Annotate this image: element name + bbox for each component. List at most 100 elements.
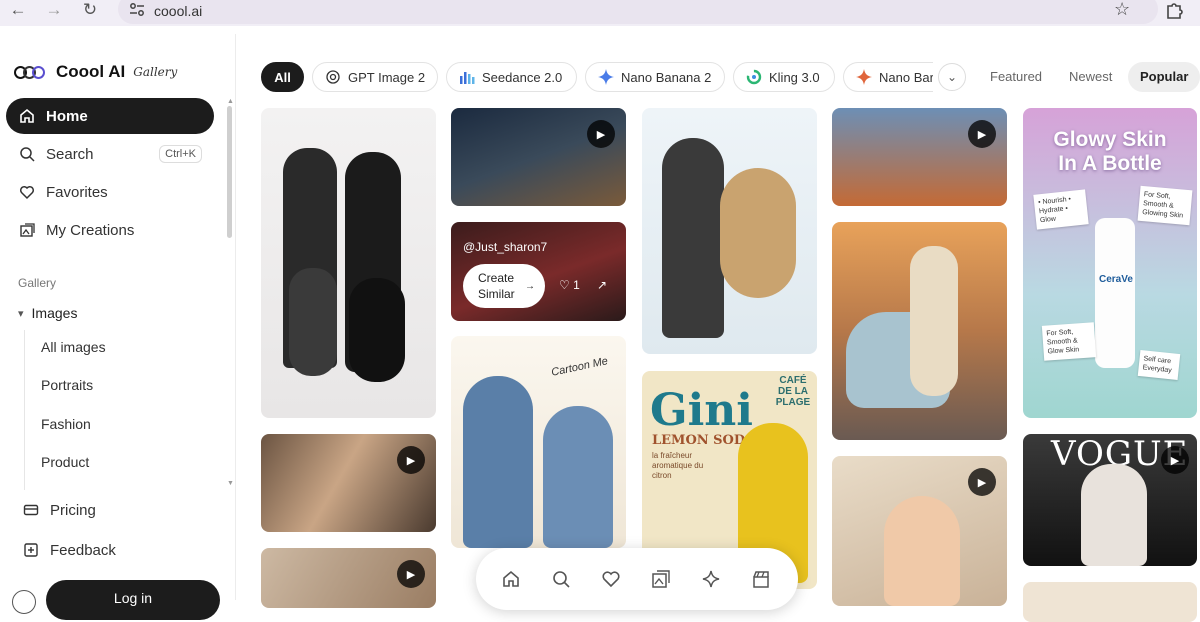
sidebar-item-label: My Creations [46,221,135,239]
gallery-card-cartoon-me[interactable]: Cartoon Me [451,336,626,548]
brand-name: Coool AI [56,62,126,81]
play-icon[interactable]: ▶ [968,468,996,496]
like-button[interactable]: ♡ 1 [559,278,580,292]
gallery-card-partial[interactable] [1023,582,1197,622]
sidebar-item-search[interactable]: Search Ctrl+K [6,136,214,172]
gallery-card-scooter[interactable] [832,222,1007,440]
sidebar-item-feedback[interactable]: Feedback [10,532,218,568]
sidebar-subitem-portraits[interactable]: Portraits [41,377,93,393]
chip-nano-banana-pro[interactable]: Nano Bar [843,62,933,92]
glowy-title: Glowy Skin In A Bottle [1023,128,1197,176]
gallery-card-vogue-video[interactable]: VOGUE ▶ [1023,434,1197,566]
sidebar: Coool AI Gallery Home Search Ctrl+K Favo… [0,34,236,620]
sidebar-scrollbar[interactable] [227,106,232,238]
bar-chart-icon [459,69,475,85]
open-external-icon[interactable]: ↗ [597,278,607,292]
settings-icon[interactable] [12,590,36,614]
chip-seedance-2[interactable]: Seedance 2.0 [446,62,577,92]
brand-logo[interactable]: Coool AI Gallery [14,60,177,84]
brand-label: CeraVe [1099,274,1133,285]
scroll-down-arrow[interactable]: ▼ [227,480,234,487]
sidebar-item-pricing[interactable]: Pricing [10,492,218,528]
gallery-card-glowy-skin[interactable]: Glowy Skin In A Bottle • Nourish • Hydra… [1023,108,1197,418]
play-icon[interactable]: ▶ [1161,446,1189,474]
back-button[interactable]: ← [6,0,30,22]
glowy-title-line1: Glowy Skin [1053,128,1167,151]
create-similar-button[interactable]: Create Similar → [463,264,545,308]
figure-illustration [884,496,960,606]
sidebar-item-home[interactable]: Home [6,98,214,134]
gallery-card-3d-girl-video[interactable]: ▶ [832,456,1007,606]
chip-gpt-image-2[interactable]: GPT Image 2 [312,62,438,92]
play-icon[interactable]: ▶ [968,120,996,148]
chip-label: Nano Banana 2 [621,69,712,85]
forward-button[interactable]: → [42,0,66,22]
dock-home-icon[interactable] [500,568,522,590]
heart-icon [18,183,36,201]
gallery-card-dancer-video[interactable]: ▶ [261,548,436,608]
sidebar-group-images[interactable]: ▾ Images [18,305,77,321]
gallery-card-cyclist-video[interactable]: ▶ [832,108,1007,206]
figure-illustration [1081,464,1147,566]
extensions-icon[interactable] [1164,0,1184,20]
sticky-note: For Soft, Smooth & Glow Skin [1041,322,1097,361]
sidebar-group-label: Images [31,305,78,321]
site-settings-icon[interactable] [128,2,146,18]
chip-label: Kling 3.0 [769,69,820,85]
sidebar-item-label: Home [46,107,88,125]
gallery-card-rooftop-video[interactable]: ▶ [451,108,626,206]
sidebar-item-favorites[interactable]: Favorites [6,174,214,210]
chevron-down-icon: ▾ [18,307,24,320]
bookmark-star-icon[interactable]: ☆ [1114,0,1130,20]
brand-subtitle: Gallery [133,65,178,79]
gemini-sparkle-icon [856,69,872,85]
figure-illustration [289,268,337,376]
dock-creations-icon[interactable] [650,568,672,590]
sidebar-item-my-creations[interactable]: My Creations [6,212,214,248]
cartoon-note-text: Cartoon Me [550,355,609,379]
feedback-icon [22,541,40,559]
play-icon[interactable]: ▶ [397,446,425,474]
gallery-edit-icon [18,221,36,239]
dock-sparkle-icon[interactable] [700,568,722,590]
gallery-card-couple-cartoon[interactable] [261,108,436,418]
search-icon [18,145,36,163]
dock-heart-icon[interactable] [600,568,622,590]
more-chips-button[interactable]: ⌄ [938,63,966,91]
play-icon[interactable]: ▶ [397,560,425,588]
chip-label: GPT Image 2 [348,69,426,85]
gallery-card-red-carpet-hover[interactable]: @Just_sharon7 Create Similar → ♡ 1 ↗ [451,222,626,321]
chip-kling-3[interactable]: Kling 3.0 [733,62,835,92]
glowy-title-line2: In A Bottle [1058,152,1162,175]
dock-search-icon[interactable] [550,568,572,590]
sort-newest[interactable]: Newest [1057,62,1124,92]
sidebar-subitem-fashion[interactable]: Fashion [41,416,91,432]
figure-illustration [662,138,724,338]
play-icon[interactable]: ▶ [587,120,615,148]
product-bottle: CeraVe [1095,218,1135,368]
chip-all[interactable]: All [261,62,304,92]
chip-nano-banana-2[interactable]: Nano Banana 2 [585,62,725,92]
create-similar-line2: Similar [478,287,515,301]
gallery-card-girl-with-cat[interactable] [642,108,817,354]
scroll-up-arrow[interactable]: ▲ [227,98,234,105]
sidebar-item-label: Search [46,145,94,163]
address-bar[interactable]: coool.ai [118,0,1158,24]
sidebar-subitem-product[interactable]: Product [41,454,89,470]
dock-clapperboard-icon[interactable] [750,568,772,590]
cat-illustration [720,168,796,298]
keyboard-shortcut-badge: Ctrl+K [159,145,202,163]
creator-username[interactable]: @Just_sharon7 [463,240,547,254]
login-button[interactable]: Log in [46,580,220,620]
reload-button[interactable]: ↻ [78,0,102,22]
url-text[interactable]: coool.ai [154,3,202,19]
chevron-down-icon: ⌄ [946,70,958,84]
figure-illustration [910,246,958,396]
create-similar-line1: Create [478,271,515,285]
gallery-card-perfume-video[interactable]: ▶ [261,434,436,532]
sort-popular[interactable]: Popular [1128,62,1200,92]
sidebar-subitem-all-images[interactable]: All images [41,339,106,355]
browser-toolbar: ← → ↻ coool.ai ☆ [0,0,1200,26]
sticky-note: Self care Everyday [1137,349,1181,381]
sort-featured[interactable]: Featured [978,62,1054,92]
